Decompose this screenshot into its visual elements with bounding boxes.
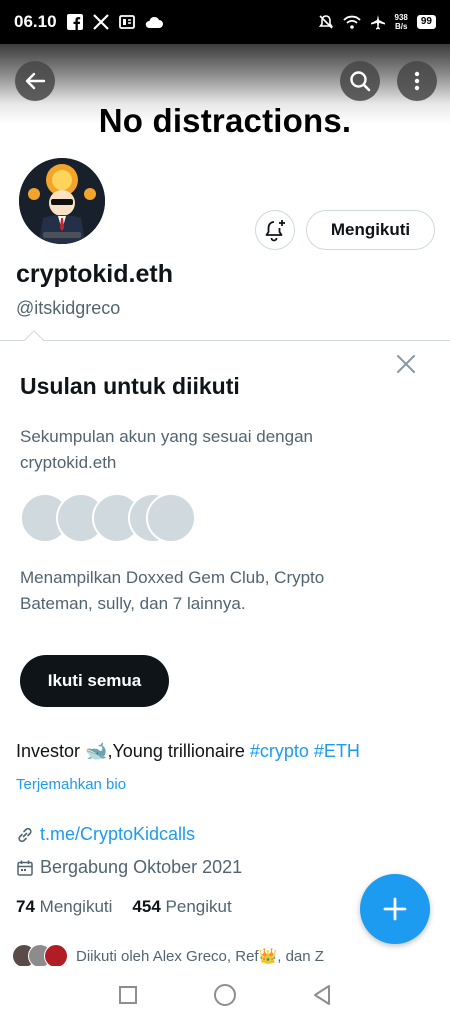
cloud-icon [145, 16, 163, 28]
search-button[interactable] [340, 61, 380, 101]
suggestions-divider [0, 340, 450, 341]
banner-text: No distractions. [98, 102, 352, 139]
hashtag-link[interactable]: #crypto [250, 741, 309, 761]
followed-by-text: Diikuti oleh Alex Greco, Ref👑, dan Z [76, 948, 324, 965]
following-count-link[interactable]: 74 Mengikuti [16, 897, 112, 917]
followers-count-link[interactable]: 454 Pengikut [132, 897, 231, 917]
notification-icons [66, 14, 163, 30]
profile-avatar[interactable] [16, 155, 108, 247]
suggestions-showing-text: Menampilkan Doxxed Gem Club, Crypto Bate… [20, 568, 325, 613]
back-nav-button[interactable] [302, 975, 342, 1015]
search-icon [350, 71, 371, 92]
more-vertical-icon [414, 71, 420, 91]
plus-icon [383, 897, 407, 921]
display-name: cryptokid.eth [16, 260, 173, 288]
system-nav-bar [0, 966, 450, 1024]
wifi-icon [342, 15, 361, 29]
joined-date: Bergabung Oktober 2021 [40, 857, 243, 877]
follow-counts: 74 Mengikuti 454 Pengikut [16, 897, 232, 917]
news-icon [118, 15, 135, 29]
profile-bio: Investor 🐋,Young trillionaire #crypto #E… [16, 741, 360, 762]
profile-link-row: t.me/CryptoKidcalls [16, 824, 195, 845]
suggestions-title: Usulan untuk diikuti [20, 373, 240, 399]
back-button[interactable] [15, 61, 55, 101]
hashtag-link[interactable]: #ETH [314, 741, 360, 761]
facebook-icon [66, 14, 83, 30]
avatar [44, 944, 68, 968]
bell-plus-icon [265, 220, 285, 242]
close-icon [397, 355, 415, 373]
mute-icon [318, 15, 333, 29]
recent-apps-button[interactable] [108, 975, 148, 1015]
link-icon [18, 827, 32, 842]
status-time: 06.10 [14, 12, 57, 31]
profile-link[interactable]: t.me/CryptoKidcalls [40, 824, 195, 845]
suggestions-description: Sekumpulan akun yang sesuai dengan crypt… [20, 427, 313, 472]
bio-text: Investor 🐋,Young trillionaire [16, 741, 250, 761]
square-icon [119, 986, 138, 1004]
status-bar: 06.10 938 B/s 99 [0, 0, 450, 44]
x-icon [92, 14, 109, 30]
close-suggestions-button[interactable] [394, 352, 418, 376]
following-button[interactable]: Mengikuti [306, 210, 435, 250]
circle-icon [213, 984, 236, 1006]
network-speed: 938 B/s [394, 13, 408, 31]
suggested-avatar [146, 493, 196, 543]
user-handle: @itskidgreco [16, 298, 121, 318]
translate-bio-link[interactable]: Terjemahkan bio [16, 776, 126, 793]
calendar-icon [17, 860, 33, 876]
triangle-back-icon [313, 985, 330, 1005]
arrow-left-icon [25, 72, 46, 90]
joined-date-row: Bergabung Oktober 2021 [16, 857, 242, 878]
follow-all-button[interactable]: Ikuti semua [20, 655, 169, 707]
avatar-image [19, 158, 105, 244]
compose-button[interactable] [360, 874, 430, 944]
suggestions-pointer [24, 330, 44, 350]
airplane-icon [370, 15, 385, 30]
more-options-button[interactable] [397, 61, 437, 101]
followed-by-avatars [12, 944, 70, 968]
status-right: 938 B/s 99 [318, 13, 436, 31]
notifications-bell-button[interactable] [255, 210, 295, 250]
home-button[interactable] [205, 975, 245, 1015]
battery-icon: 99 [416, 15, 436, 29]
followed-by-row[interactable]: Diikuti oleh Alex Greco, Ref👑, dan Z [12, 944, 324, 968]
